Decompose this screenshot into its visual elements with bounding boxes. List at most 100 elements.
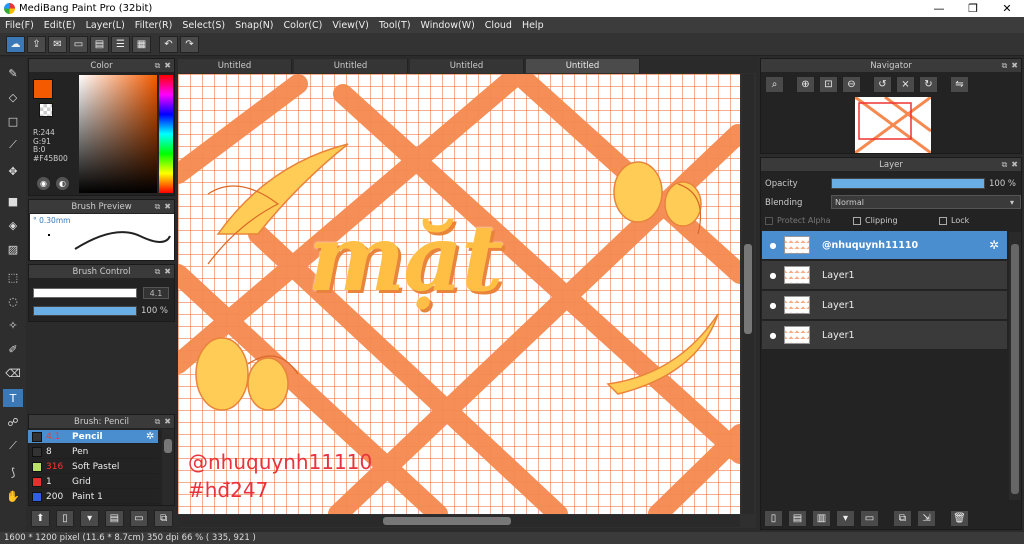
- tab-untitled-1[interactable]: Untitled: [178, 59, 292, 73]
- minimize-button[interactable]: —: [922, 0, 956, 17]
- magic-wand-icon[interactable]: ✧: [3, 316, 23, 334]
- layer-row[interactable]: ● Layer1: [762, 261, 1007, 290]
- flip-icon[interactable]: ⇋: [950, 76, 969, 93]
- gradient-tool-icon[interactable]: ▨: [3, 240, 23, 258]
- move-tool-icon[interactable]: ✥: [3, 162, 23, 180]
- fill-rect-tool-icon[interactable]: ■: [3, 192, 23, 210]
- brush-menu-icon[interactable]: ▾: [80, 509, 100, 527]
- primary-color-swatch[interactable]: [33, 79, 53, 99]
- protect-alpha-checkbox[interactable]: [765, 216, 773, 225]
- close-icon[interactable]: ✖: [1011, 61, 1018, 70]
- gear-icon[interactable]: ✲: [989, 238, 1007, 252]
- duplicate-layer-icon[interactable]: ⧉: [893, 509, 912, 527]
- visibility-icon[interactable]: ●: [762, 331, 784, 340]
- menu-view[interactable]: View(V): [327, 20, 373, 31]
- undock-icon[interactable]: ⧉: [1002, 160, 1008, 170]
- fit-icon[interactable]: ⊡: [819, 76, 838, 93]
- divide-tool-icon[interactable]: ⟋: [3, 437, 23, 455]
- gear-icon[interactable]: ✲: [146, 431, 158, 442]
- undock-icon[interactable]: ⧉: [1002, 61, 1008, 71]
- menu-help[interactable]: Help: [517, 20, 549, 31]
- brush-opacity-slider[interactable]: [33, 306, 137, 316]
- visibility-icon[interactable]: ●: [762, 301, 784, 310]
- maximize-button[interactable]: ❐: [956, 0, 990, 17]
- undock-icon[interactable]: ⧉: [155, 267, 161, 277]
- protect-alpha-option[interactable]: Protect Alpha: [765, 216, 831, 225]
- brush-tool-icon[interactable]: ✎: [3, 64, 23, 82]
- folder-icon[interactable]: ▭: [129, 509, 149, 527]
- layer-row[interactable]: ● Layer1: [762, 321, 1007, 350]
- close-icon[interactable]: ✖: [164, 267, 171, 276]
- operation-tool-icon[interactable]: ☍: [3, 413, 23, 431]
- tab-untitled-2[interactable]: Untitled: [294, 59, 408, 73]
- eyedropper-icon[interactable]: ⟆: [3, 463, 23, 481]
- eraser-tool-icon[interactable]: ◇: [3, 88, 23, 106]
- swap-colors-icon[interactable]: ◐: [56, 177, 69, 190]
- undock-icon[interactable]: ⧉: [155, 202, 161, 212]
- brush-list-scrollbar[interactable]: [162, 429, 174, 505]
- navigator-thumbnail[interactable]: [855, 97, 931, 153]
- page-icon[interactable]: ▤: [90, 35, 109, 53]
- folder-icon[interactable]: ▭: [860, 509, 879, 527]
- layer-list-scrollbar[interactable]: [1009, 232, 1021, 500]
- undock-icon[interactable]: ⧉: [155, 61, 161, 71]
- trash-icon[interactable]: 🗑: [950, 509, 969, 527]
- tab-untitled-3[interactable]: Untitled: [410, 59, 524, 73]
- menu-select[interactable]: Select(S): [177, 20, 230, 31]
- zoom-icon[interactable]: ⌕: [765, 76, 784, 93]
- menu-color[interactable]: Color(C): [279, 20, 328, 31]
- visibility-icon[interactable]: ●: [762, 271, 784, 280]
- close-icon[interactable]: ✖: [164, 202, 171, 211]
- blending-select[interactable]: Normal ▾: [831, 195, 1021, 209]
- duplicate-icon[interactable]: ⧉: [154, 509, 174, 527]
- bucket-tool-icon[interactable]: ◈: [3, 216, 23, 234]
- add-layer-menu-icon[interactable]: ▾: [836, 509, 855, 527]
- layer-opacity-slider[interactable]: [831, 178, 985, 189]
- canvas-horizontal-scrollbar[interactable]: [178, 515, 740, 527]
- shape-tool-icon[interactable]: □: [3, 112, 23, 130]
- brush-item-grid[interactable]: 1 Grid: [28, 475, 158, 489]
- add-brush-icon[interactable]: ⬆: [31, 509, 50, 527]
- brush-item-paint-1[interactable]: 200 Paint 1: [28, 490, 158, 504]
- layer-row[interactable]: ● @nhuquynh11110 ✲: [762, 231, 1007, 260]
- close-icon[interactable]: ✖: [164, 61, 171, 70]
- rotate-right-icon[interactable]: ↻: [919, 76, 938, 93]
- undock-icon[interactable]: ⧉: [155, 417, 161, 427]
- lock-option[interactable]: Lock: [939, 216, 969, 225]
- new-page-icon[interactable]: ▭: [69, 35, 88, 53]
- merge-layer-icon[interactable]: ⇲: [917, 509, 936, 527]
- lock-checkbox[interactable]: [939, 216, 947, 225]
- tab-untitled-4[interactable]: Untitled: [526, 59, 640, 73]
- hand-tool-icon[interactable]: ✋: [3, 487, 23, 505]
- menu-filter[interactable]: Filter(R): [130, 20, 178, 31]
- menu-window[interactable]: Window(W): [416, 20, 480, 31]
- clipping-option[interactable]: Clipping: [853, 216, 898, 225]
- page-list-icon[interactable]: ☰: [111, 35, 130, 53]
- menu-layer[interactable]: Layer(L): [81, 20, 130, 31]
- new-layer-icon[interactable]: ▯: [764, 509, 783, 527]
- brush-item-pen[interactable]: 8 Pen: [28, 445, 158, 459]
- menu-snap[interactable]: Snap(N): [230, 20, 278, 31]
- menu-cloud[interactable]: Cloud: [480, 20, 517, 31]
- menu-file[interactable]: File(F): [0, 20, 39, 31]
- share-icon[interactable]: ⇪: [27, 35, 46, 53]
- hue-slider[interactable]: [159, 75, 173, 193]
- reset-rotation-icon[interactable]: ⨯: [896, 76, 915, 93]
- rotate-left-icon[interactable]: ↺: [873, 76, 892, 93]
- brush-item-soft-pastel[interactable]: 316 Soft Pastel: [28, 460, 158, 474]
- saturation-value-picker[interactable]: [79, 75, 157, 193]
- clipping-checkbox[interactable]: [853, 216, 861, 225]
- line-tool-icon[interactable]: ⟋: [3, 136, 23, 154]
- close-button[interactable]: ✕: [990, 0, 1024, 17]
- close-icon[interactable]: ✖: [164, 417, 171, 426]
- copy-brush-icon[interactable]: ▤: [105, 509, 124, 527]
- visibility-icon[interactable]: ●: [762, 241, 784, 250]
- layer-row[interactable]: ● Layer1: [762, 291, 1007, 320]
- palette-icon[interactable]: ◉: [37, 177, 50, 190]
- select-eraser-icon[interactable]: ⌫: [3, 364, 23, 382]
- canvas-vertical-scrollbar[interactable]: [742, 74, 754, 514]
- select-pen-icon[interactable]: ✐: [3, 340, 23, 358]
- select-rect-tool-icon[interactable]: ⬚: [3, 268, 23, 286]
- document-canvas[interactable]: mặt @nhuquynh11110 #hđ247: [178, 74, 740, 514]
- close-icon[interactable]: ✖: [1011, 160, 1018, 169]
